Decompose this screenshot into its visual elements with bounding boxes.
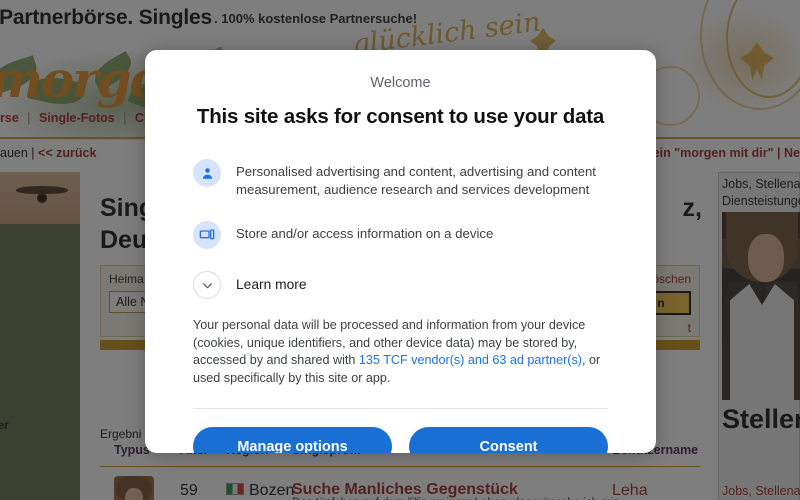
learn-more-row[interactable]: Learn more	[193, 271, 608, 299]
purpose-item-personalised-ads: Personalised advertising and content, ad…	[193, 159, 608, 199]
dialog-purposes-list: Personalised advertising and content, ad…	[193, 159, 608, 299]
purpose-label-personalised-ads: Personalised advertising and content, ad…	[236, 164, 596, 197]
dialog-title: This site asks for consent to use your d…	[196, 105, 605, 128]
purpose-item-device-storage: Store and/or access information on a dev…	[193, 221, 608, 249]
page-root: e Partnerbörse. Singles . 100% kostenlos…	[0, 0, 800, 500]
dialog-action-row: Manage options Consent	[193, 427, 608, 453]
dialog-body-text: Your personal data will be processed and…	[193, 317, 608, 387]
purpose-label-device-storage: Store and/or access information on a dev…	[236, 226, 494, 241]
person-icon	[193, 159, 221, 187]
consent-dialog: Welcome This site asks for consent to us…	[145, 50, 656, 453]
dialog-welcome-label: Welcome	[370, 75, 431, 91]
manage-options-button[interactable]: Manage options	[193, 427, 392, 453]
learn-more-label[interactable]: Learn more	[236, 271, 307, 294]
consent-button[interactable]: Consent	[409, 427, 608, 453]
vendors-link[interactable]: 135 TCF vendor(s) and 63 ad partner(s)	[359, 353, 582, 367]
dialog-divider	[193, 408, 608, 409]
chevron-down-icon[interactable]	[193, 271, 221, 299]
devices-icon	[193, 221, 221, 249]
